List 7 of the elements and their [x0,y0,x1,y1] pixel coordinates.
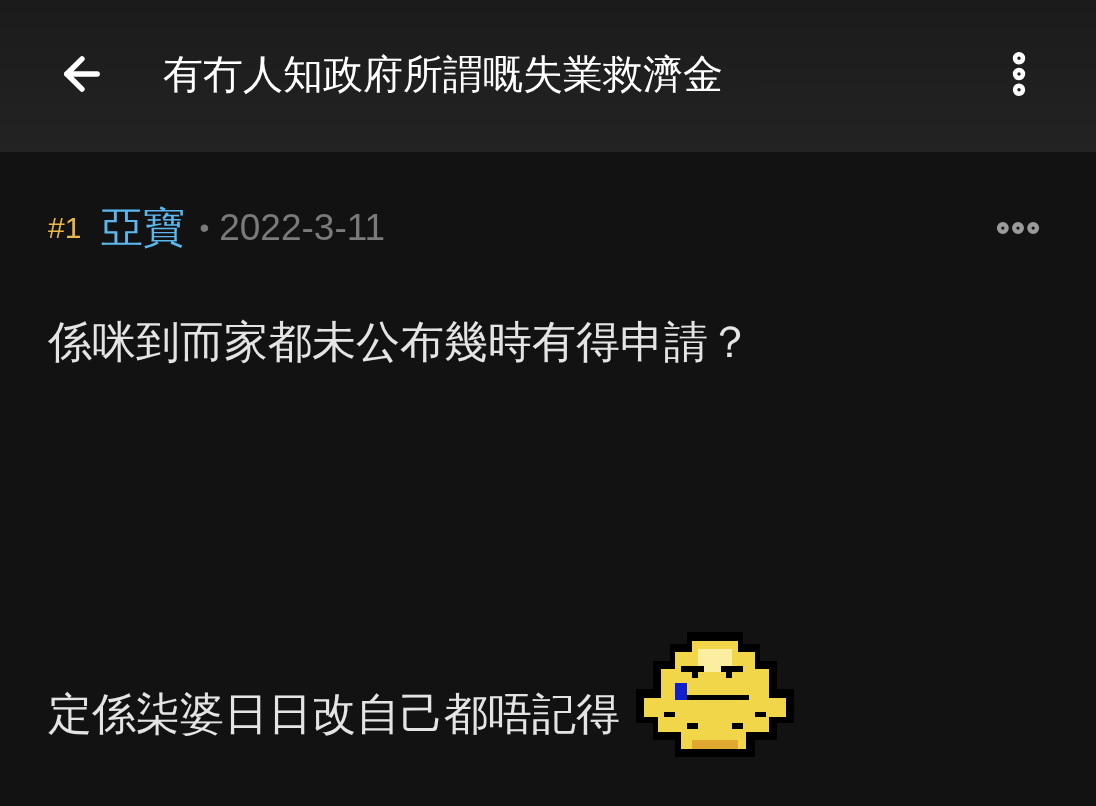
separator-dot: • [199,210,210,245]
post-number: #1 [48,210,82,246]
post-text: 係咪到而家都未公布幾時有得申請？ [48,316,753,368]
author-name[interactable]: 亞寶 [101,196,186,259]
thread-title: 有冇人知政府所謂嘅失業救濟金 [163,51,723,98]
post-text: 定係柒婆日日改自己都唔記得 [48,688,620,740]
post-date: 2022-3-11 [219,205,386,250]
